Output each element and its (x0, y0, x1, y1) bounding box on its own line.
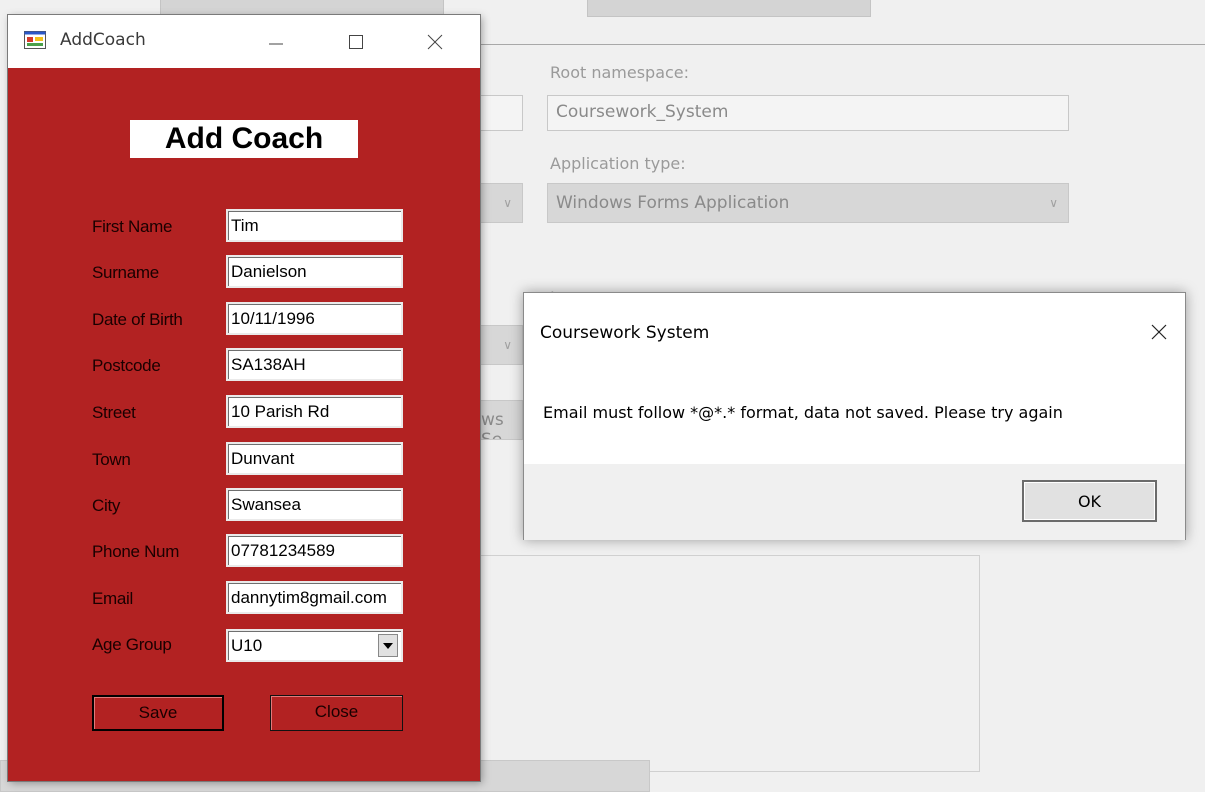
minimize-icon (269, 43, 283, 44)
chevron-down-icon: ∨ (503, 196, 512, 210)
add-coach-window: AddCoach Add Coach First Name Tim Surnam… (8, 15, 480, 781)
maximize-button[interactable] (333, 15, 379, 68)
message-box-title: Coursework System (540, 323, 710, 343)
city-label: City (92, 496, 121, 515)
app-icon (24, 31, 46, 49)
message-box-dialog: Coursework System Email must follow *@*.… (523, 292, 1186, 540)
surname-input[interactable]: Danielson (226, 255, 403, 288)
window-title: AddCoach (60, 30, 146, 50)
first-name-label: First Name (92, 217, 173, 236)
target-framework-combo[interactable]: ∨ (480, 183, 523, 223)
application-type-label: Application type: (550, 154, 686, 173)
application-type-combo[interactable]: Windows Forms Application ∨ (547, 183, 1069, 223)
message-box-footer: OK (524, 464, 1185, 540)
date-of-birth-label: Date of Birth (92, 310, 183, 329)
assembly-name-field[interactable] (480, 95, 523, 131)
age-group-value: U10 (231, 636, 263, 655)
age-group-label: Age Group (92, 635, 172, 654)
first-name-input[interactable]: Tim (226, 209, 403, 242)
minimize-button[interactable] (253, 15, 299, 68)
street-label: Street (92, 403, 136, 422)
email-input[interactable]: dannytim8gmail.com (226, 581, 403, 614)
town-input[interactable]: Dunvant (226, 442, 403, 475)
ok-button[interactable]: OK (1022, 480, 1157, 522)
phone-num-input[interactable]: 07781234589 (226, 534, 403, 567)
triangle-down-icon (383, 642, 393, 649)
close-icon (1151, 324, 1167, 340)
chevron-down-icon: ∨ (503, 338, 512, 352)
date-of-birth-input[interactable]: 10/11/1996 (226, 302, 403, 335)
form-title: Add Coach (130, 120, 358, 158)
close-button[interactable]: Close (270, 695, 403, 731)
age-group-select[interactable]: U10 (226, 629, 403, 662)
message-text: Email must follow *@*.* format, data not… (543, 403, 1063, 422)
postcode-label: Postcode (92, 356, 161, 375)
city-input[interactable]: Swansea (226, 488, 403, 521)
save-button[interactable]: Save (92, 695, 224, 731)
title-bar[interactable]: AddCoach (8, 15, 480, 68)
startup-object-combo[interactable]: ∨ (480, 325, 523, 365)
surname-label: Surname (92, 263, 159, 282)
bg-top-field (587, 0, 871, 17)
root-namespace-field[interactable]: Coursework_System (547, 95, 1069, 131)
maximize-icon (349, 34, 363, 49)
application-type-value: Windows Forms Application (556, 193, 790, 213)
street-input[interactable]: 10 Parish Rd (226, 395, 403, 428)
assembly-info-button[interactable]: ws Se (480, 400, 523, 440)
town-label: Town (92, 450, 131, 469)
close-icon (427, 34, 443, 49)
assembly-info-partial: ws Se (481, 410, 504, 440)
chevron-down-icon: ∨ (1049, 196, 1058, 210)
phone-num-label: Phone Num (92, 542, 180, 561)
message-box-close-button[interactable] (1144, 317, 1174, 347)
bg-resources-panel (470, 555, 980, 772)
bg-separator (440, 44, 1205, 45)
dropdown-arrow-button[interactable] (378, 634, 398, 657)
root-namespace-label: Root namespace: (550, 63, 690, 82)
close-window-button[interactable] (412, 15, 458, 68)
postcode-input[interactable]: SA138AH (226, 348, 403, 381)
email-label: Email (92, 589, 134, 608)
